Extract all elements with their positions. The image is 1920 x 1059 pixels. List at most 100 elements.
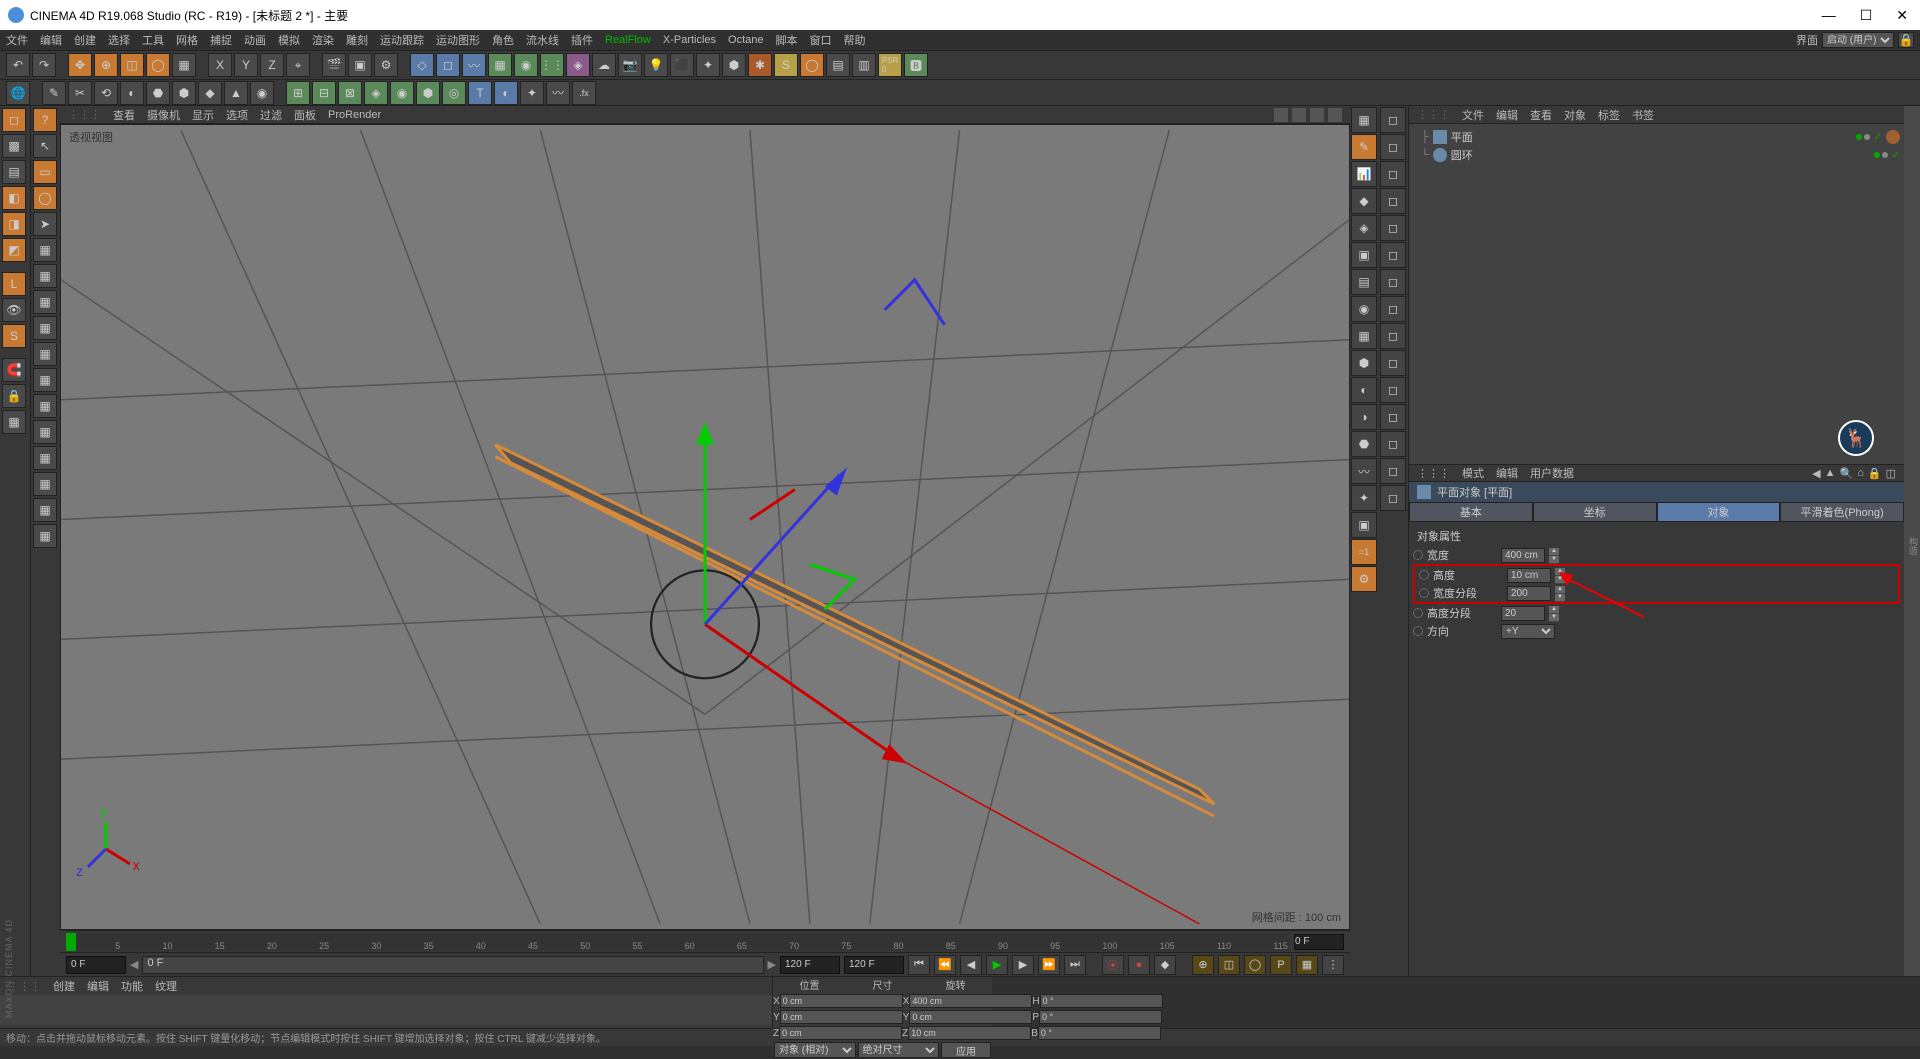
grid5-palette[interactable]: ▦ [33, 342, 57, 366]
rb-16[interactable]: ▣ [1351, 512, 1377, 538]
rb-8[interactable]: ◉ [1351, 296, 1377, 322]
hseg-input[interactable] [1501, 606, 1545, 621]
menu-create[interactable]: 创建 [74, 32, 96, 48]
rb-15[interactable]: ✦ [1351, 485, 1377, 511]
size-x-input[interactable] [909, 994, 1032, 1008]
time-start-input[interactable] [66, 956, 126, 974]
anim-dot-icon[interactable] [1413, 550, 1423, 560]
tree-row-ring[interactable]: └ 圆环 ✓ [1413, 146, 1900, 164]
y-axis-button[interactable]: Y [234, 53, 258, 77]
menu-window[interactable]: 窗口 [810, 32, 832, 48]
vp-menu-prorender[interactable]: ProRender [328, 109, 381, 121]
tool-1[interactable]: ✎ [42, 81, 66, 105]
om-menu-edit[interactable]: 编辑 [1496, 107, 1518, 123]
menu-xparticles[interactable]: X-Particles [663, 34, 716, 46]
time-end-input[interactable] [780, 956, 840, 974]
tool-6[interactable]: ⬢ [172, 81, 196, 105]
rb-14[interactable]: 〰 [1351, 458, 1377, 484]
attr-home-icon[interactable]: ⌂ [1857, 467, 1864, 480]
magnet-button[interactable]: 🧲 [2, 358, 26, 382]
visibility-dots[interactable] [1874, 152, 1888, 158]
time-end2-input[interactable] [844, 956, 904, 974]
mat-menu-texture[interactable]: 纹理 [155, 978, 177, 994]
mograph-4[interactable]: ◈ [364, 81, 388, 105]
anim-dot-icon[interactable] [1419, 588, 1429, 598]
anim-dot-icon[interactable] [1413, 626, 1423, 636]
mat-menu-create[interactable]: 创建 [53, 978, 75, 994]
vp-maximize-icon[interactable] [1328, 108, 1342, 122]
tool-3[interactable]: ⟲ [94, 81, 118, 105]
grid11-palette[interactable]: ▦ [33, 498, 57, 522]
om-menu-tags[interactable]: 标签 [1598, 107, 1620, 123]
attr-menu-mode[interactable]: 模式 [1462, 465, 1484, 481]
viewport-3d[interactable]: 透视视图 [60, 124, 1350, 930]
rect-select-icon[interactable]: ▭ [33, 160, 57, 184]
snap-s-button[interactable]: S [2, 324, 26, 348]
menu-realflow[interactable]: RealFlow [605, 34, 651, 46]
material-list[interactable] [0, 995, 772, 1025]
menu-tools[interactable]: 工具 [142, 32, 164, 48]
rb2-14[interactable]: ◻ [1380, 458, 1406, 484]
vp-menu-display[interactable]: 显示 [192, 107, 214, 123]
menu-sculpt[interactable]: 雕刻 [346, 32, 368, 48]
next-frame-button[interactable]: ▶ [1012, 955, 1034, 975]
rb2-13[interactable]: ◻ [1380, 431, 1406, 457]
octane-button[interactable]: ◯ [800, 53, 824, 77]
cursor-icon[interactable]: ↖ [33, 134, 57, 158]
tool-2[interactable]: ✂ [68, 81, 92, 105]
attr-menu-userdata[interactable]: 用户数据 [1530, 465, 1574, 481]
attr-search-icon[interactable]: 🔍 [1840, 467, 1854, 480]
rb-12[interactable]: ◑ [1351, 404, 1377, 430]
wseg-input[interactable] [1507, 586, 1551, 601]
menu-octane[interactable]: Octane [728, 34, 763, 46]
om-menu-view[interactable]: 查看 [1530, 107, 1552, 123]
menu-motiontrack[interactable]: 运动跟踪 [380, 32, 424, 48]
attr-up-icon[interactable]: ▲ [1825, 467, 1836, 480]
menu-snap[interactable]: 捕捉 [210, 32, 232, 48]
mograph-7[interactable]: ◎ [442, 81, 466, 105]
spinner[interactable]: ▲▼ [1549, 606, 1559, 621]
grid2-palette[interactable]: ▦ [33, 264, 57, 288]
scene-button[interactable]: ⬛ [670, 53, 694, 77]
rb-6[interactable]: ▣ [1351, 242, 1377, 268]
tab-object[interactable]: 对象 [1657, 502, 1781, 522]
autokey-button[interactable]: ● [1128, 955, 1150, 975]
rot-p-input[interactable] [1039, 1010, 1162, 1024]
rb2-9[interactable]: ◻ [1380, 323, 1406, 349]
rb2-6[interactable]: ◻ [1380, 242, 1406, 268]
rb2-12[interactable]: ◻ [1380, 404, 1406, 430]
menu-script[interactable]: 脚本 [776, 32, 798, 48]
poly-mode-button[interactable]: ◨ [2, 212, 26, 236]
coord-size-select[interactable]: 绝对尺寸 [858, 1042, 940, 1058]
size-z-input[interactable] [908, 1026, 1031, 1040]
rb-7[interactable]: ▤ [1351, 269, 1377, 295]
menu-pipeline[interactable]: 流水线 [526, 32, 559, 48]
mograph-8[interactable]: T [468, 81, 492, 105]
vp-menu-panel[interactable]: 面板 [294, 107, 316, 123]
axis-button[interactable]: L [2, 272, 26, 296]
prev-key-button[interactable]: ⏪ [934, 955, 956, 975]
environment-button[interactable]: ☁ [592, 53, 616, 77]
tab-phong[interactable]: 平滑着色(Phong) [1780, 502, 1904, 522]
size-y-input[interactable] [909, 1010, 1032, 1024]
menu-file[interactable]: 文件 [6, 32, 28, 48]
mograph-6[interactable]: ⬢ [416, 81, 440, 105]
keyframe-sel-button[interactable]: ◆ [1154, 955, 1176, 975]
enable-check-icon[interactable]: ✓ [1892, 150, 1900, 161]
rb-2[interactable]: ✎ [1351, 134, 1377, 160]
primitive-button[interactable]: ◻ [436, 53, 460, 77]
light-button[interactable]: 💡 [644, 53, 668, 77]
spline-button[interactable]: 〰 [462, 53, 486, 77]
help-icon[interactable]: ? [33, 108, 57, 132]
tool-4[interactable]: ◐ [120, 81, 144, 105]
move-button[interactable]: ⊕ [94, 53, 118, 77]
rb2-1[interactable]: ◻ [1380, 107, 1406, 133]
plugin-button[interactable]: 🅱 [904, 53, 928, 77]
key-pla-button[interactable]: ▦ [1296, 955, 1318, 975]
phong-tag-icon[interactable] [1886, 130, 1900, 144]
rb2-15[interactable]: ◻ [1380, 485, 1406, 511]
mograph-5[interactable]: ◉ [390, 81, 414, 105]
grid8-palette[interactable]: ▦ [33, 420, 57, 444]
mograph-1[interactable]: ⊞ [286, 81, 310, 105]
vp-zoom-icon[interactable] [1292, 108, 1306, 122]
